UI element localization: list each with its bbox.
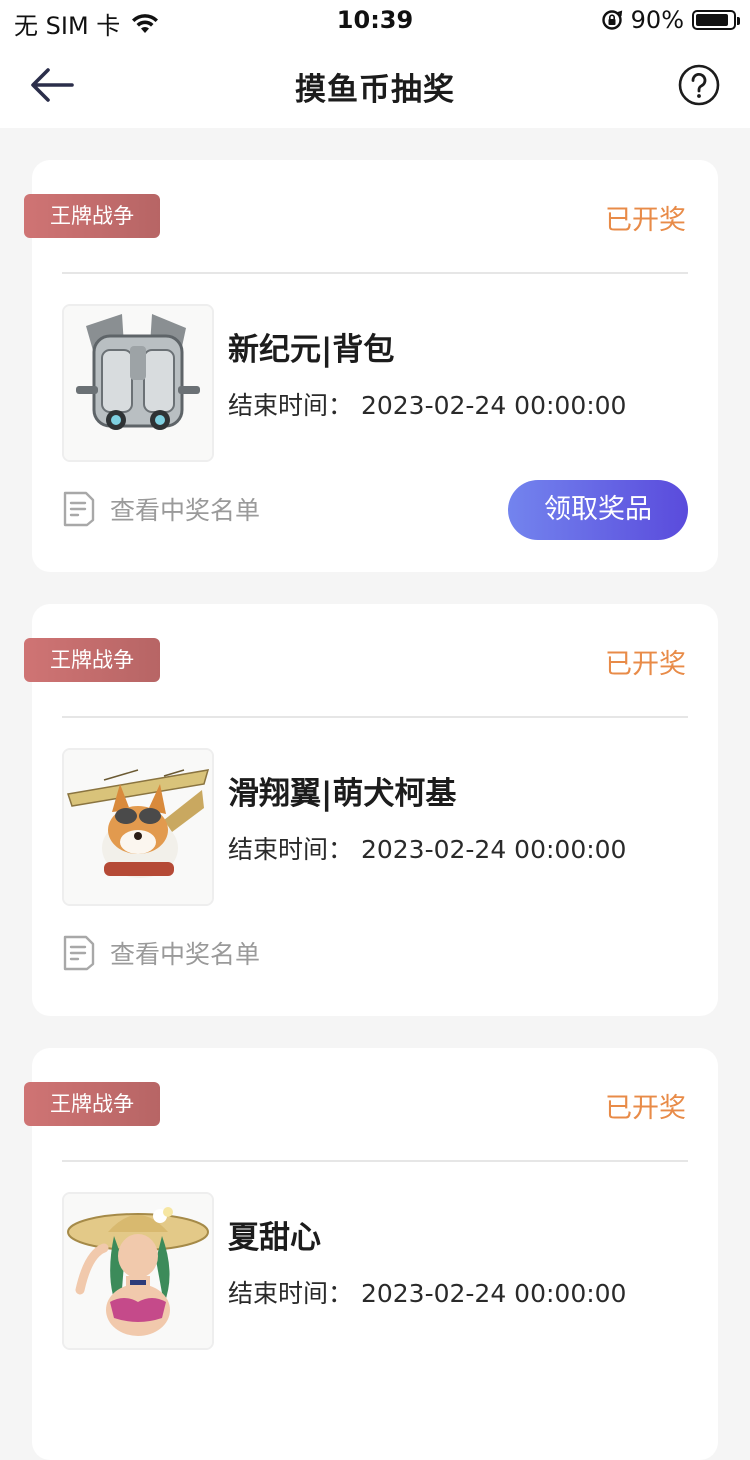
battery-level — [696, 14, 729, 26]
view-winners-label: 查看中奖名单 — [110, 496, 261, 525]
document-list-icon — [63, 491, 95, 527]
end-time: 结束时间： 2023-02-24 00:00:00 — [228, 1279, 627, 1308]
help-button[interactable] — [678, 64, 720, 106]
prize-image-summer-girl[interactable] — [62, 1192, 214, 1350]
document-list-icon — [63, 935, 95, 971]
claim-prize-button[interactable]: 领取奖品 — [508, 480, 688, 540]
lottery-card: 王牌战争 已开奖 新纪元|背包 结束时间： 2023-02-24 00:00:0… — [24, 160, 718, 572]
end-time: 结束时间： 2023-02-24 00:00:00 — [228, 835, 627, 864]
view-winners-link[interactable]: 查看中奖名单 — [62, 490, 260, 528]
game-tag: 王牌战争 — [24, 638, 160, 682]
divider — [62, 1160, 688, 1162]
lottery-card: 王牌战争 已开奖 夏甜心 结束时间： 2023-02-24 00:00:00 — [24, 1048, 718, 1460]
draw-status: 已开奖 — [605, 649, 686, 680]
game-tag: 王牌战争 — [24, 194, 160, 238]
end-time: 结束时间： 2023-02-24 00:00:00 — [228, 391, 627, 420]
prize-name: 新纪元|背包 — [228, 332, 395, 368]
prize-image-backpack[interactable] — [62, 304, 214, 462]
divider — [62, 716, 688, 718]
rotation-lock-icon — [601, 10, 622, 30]
draw-status: 已开奖 — [605, 1093, 686, 1124]
battery-group: 90% — [601, 6, 740, 34]
divider — [62, 272, 688, 274]
game-tag: 王牌战争 — [24, 1082, 160, 1126]
navigation-bar: 摸鱼币抽奖 — [0, 42, 750, 128]
prize-name: 夏甜心 — [228, 1220, 321, 1256]
question-circle-icon — [678, 64, 720, 106]
prize-image-corgi-glider[interactable] — [62, 748, 214, 906]
battery-icon — [692, 10, 740, 30]
view-winners-label: 查看中奖名单 — [110, 940, 261, 969]
battery-percent: 90% — [630, 6, 684, 34]
draw-status: 已开奖 — [605, 205, 686, 236]
view-winners-link[interactable]: 查看中奖名单 — [62, 934, 260, 972]
lottery-card: 王牌战争 已开奖 滑翔翼|萌犬柯基 结束时间： 2023-02-24 00:00… — [24, 604, 718, 1016]
page-title: 摸鱼币抽奖 — [295, 72, 455, 108]
prize-name: 滑翔翼|萌犬柯基 — [228, 776, 457, 812]
status-bar: 无 SIM 卡 10:39 90% — [0, 0, 750, 42]
